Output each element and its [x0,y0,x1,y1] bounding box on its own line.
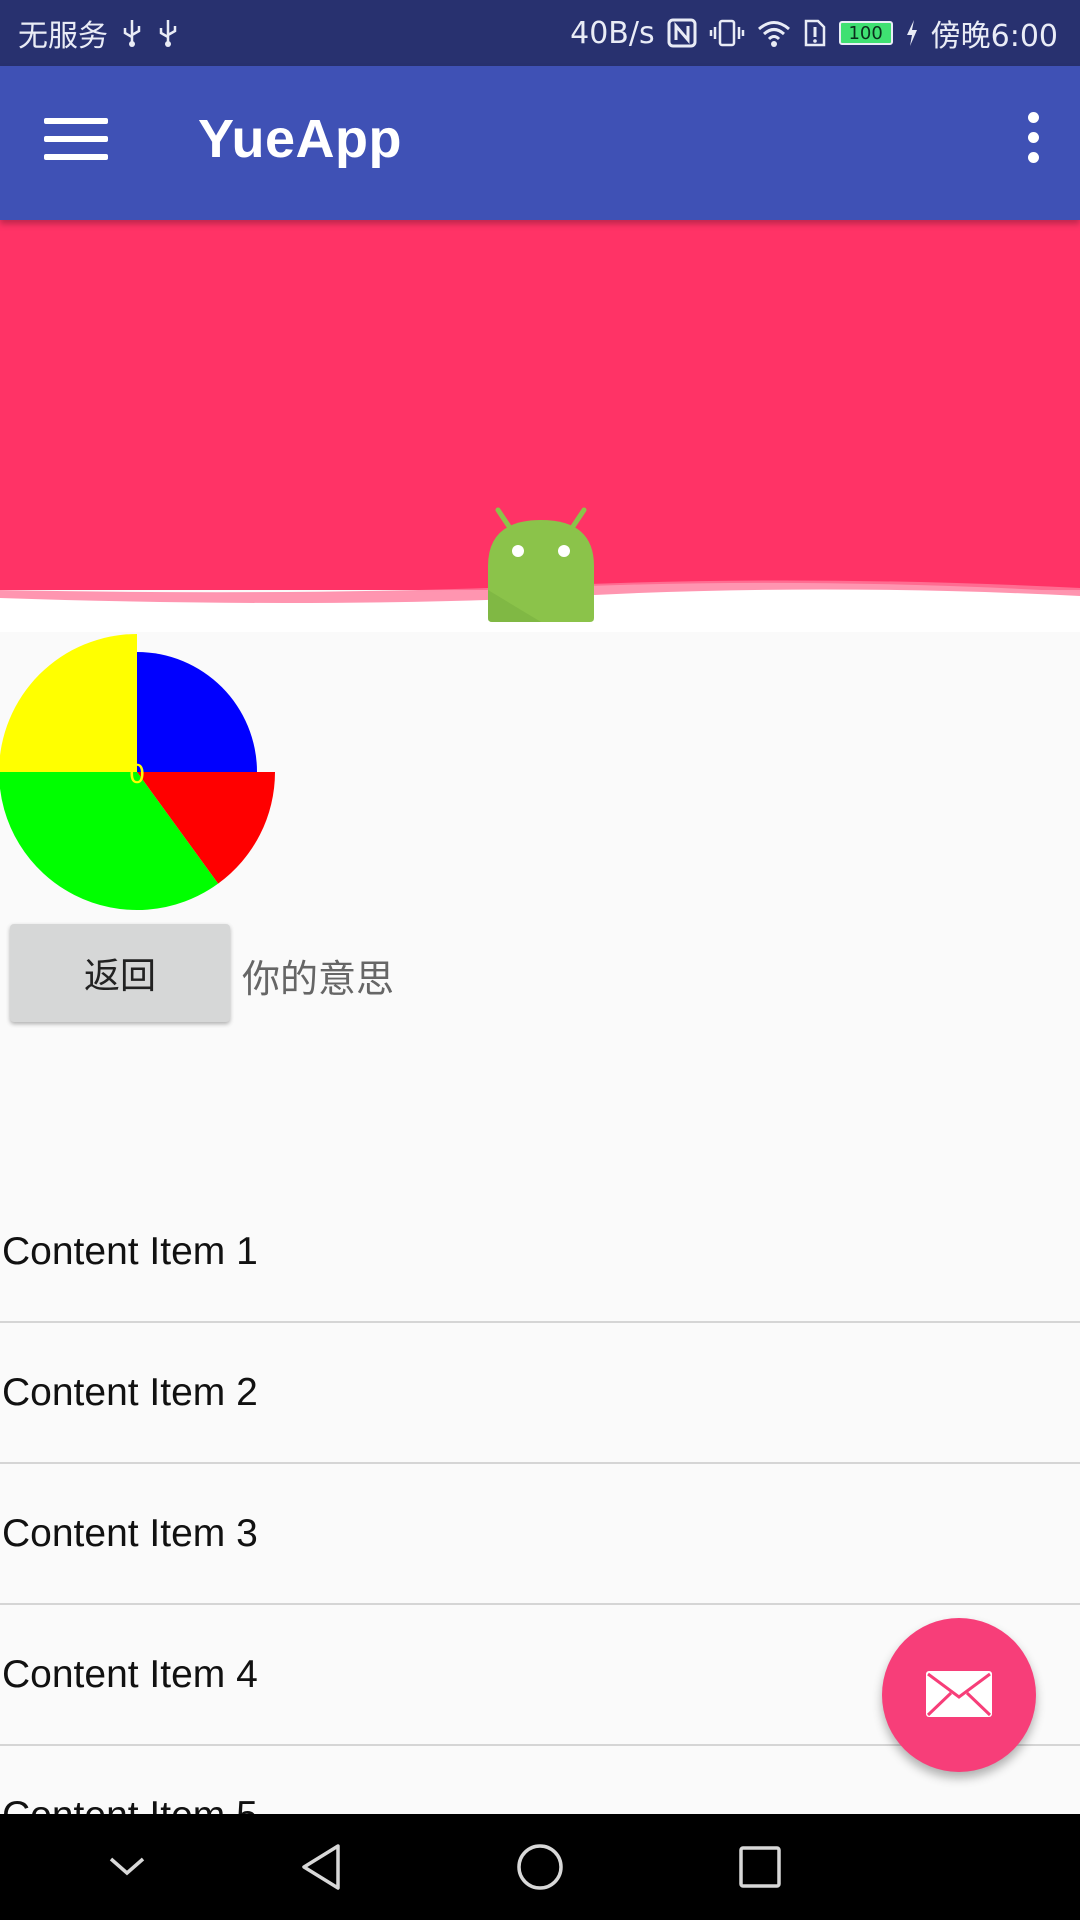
meaning-text: 你的意思 [242,957,395,1001]
mail-fab-button[interactable] [882,1618,1036,1772]
sim-alert-icon [803,18,827,48]
hamburger-menu-icon[interactable] [44,118,108,168]
net-speed: 40B/s [570,15,655,51]
list-item[interactable]: Content Item 2 [0,1323,1080,1464]
back-button[interactable]: 返回 [10,924,230,1022]
mail-icon [924,1669,994,1722]
clock: 傍晚6:00 [930,19,1058,54]
content-list: Content Item 1 Content Item 2 Content It… [0,1182,1080,1887]
vibrate-icon [709,18,745,48]
list-item[interactable]: Content Item 1 [0,1182,1080,1323]
carrier-text: 无服务 [18,19,108,54]
charging-icon [905,18,919,48]
wifi-icon [757,18,791,48]
usb-icon [120,18,144,48]
recents-icon[interactable] [725,1832,795,1902]
home-icon[interactable] [505,1832,575,1902]
more-vert-icon[interactable] [1020,112,1046,182]
system-nav-bar [0,1814,1080,1920]
pie-slice [0,634,137,772]
back-icon[interactable] [286,1832,356,1902]
pie-slice [137,652,257,772]
app-bar: YueApp [0,66,1080,220]
usb-icon [156,18,180,48]
collapse-icon[interactable] [92,1832,162,1902]
battery-icon: 100 [838,21,893,45]
nfc-icon [667,18,697,48]
list-item[interactable]: Content Item 3 [0,1464,1080,1605]
android-icon [486,506,596,622]
pie-chart: 0 [0,632,280,912]
pie-center-label: 0 [129,760,146,790]
app-title: YueApp [198,109,403,169]
status-left: 无服务 [18,11,180,55]
status-bar: 无服务 40B/s 100 傍晚6:00 [0,0,1080,66]
status-right: 40B/s 100 傍晚6:00 [570,11,1058,55]
